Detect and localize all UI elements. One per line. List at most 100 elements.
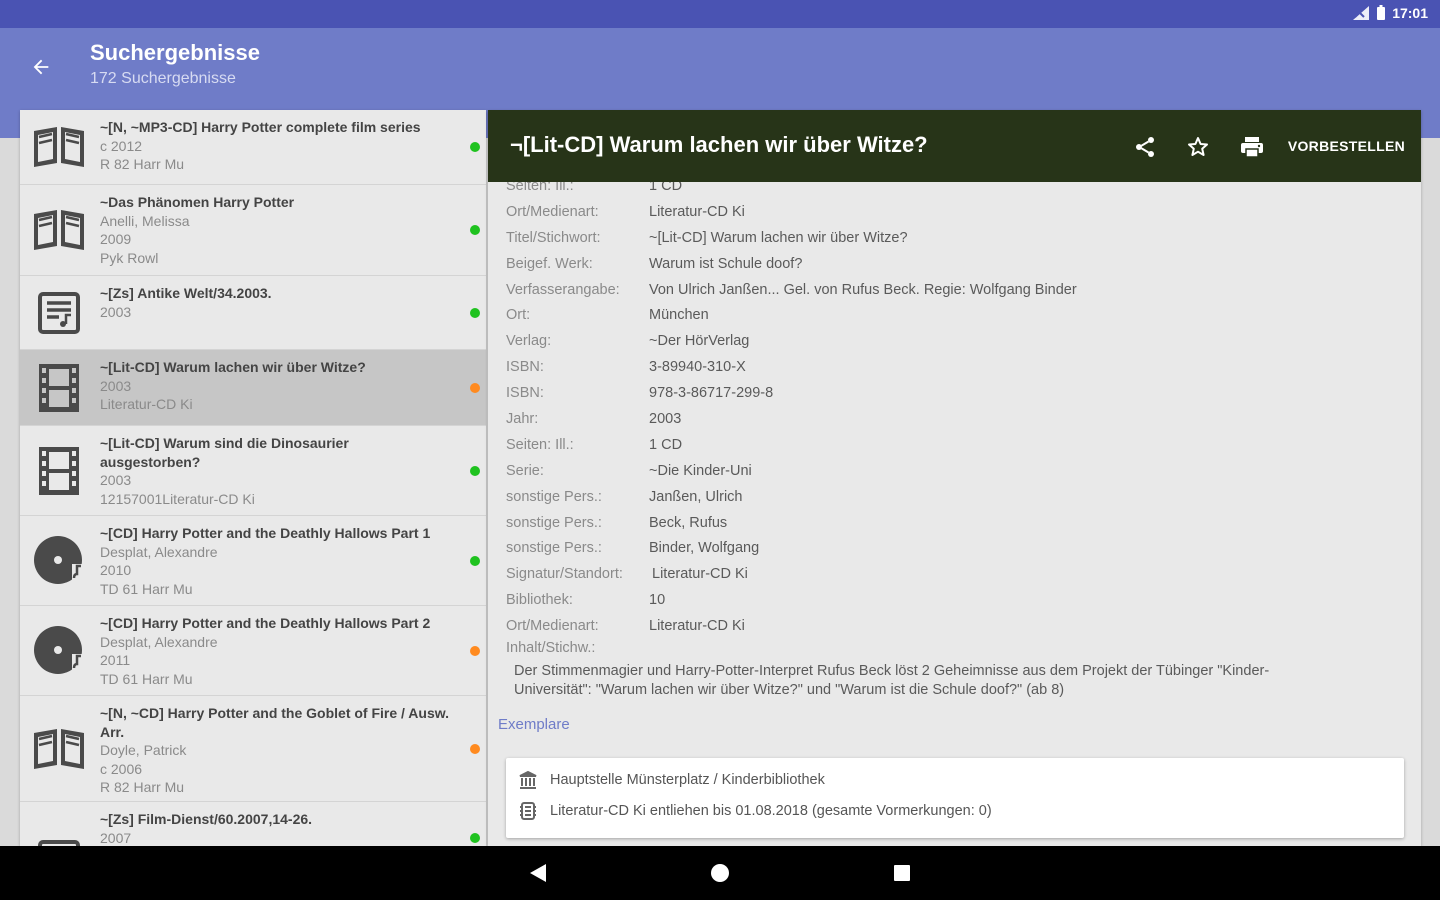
audio-doc-icon bbox=[28, 282, 90, 344]
result-line: c 2012 bbox=[100, 137, 143, 154]
field-label: Verfasserangabe: bbox=[506, 281, 620, 298]
available-status-dot bbox=[470, 225, 480, 235]
field-row: Serie: ~Die Kinder-Uni bbox=[506, 459, 1406, 485]
copy-branch-row: Hauptstelle Münsterplatz / Kinderbibliot… bbox=[518, 770, 825, 790]
result-line: R 82 Harr Mu bbox=[100, 779, 185, 795]
field-label: Verlag: bbox=[506, 333, 552, 350]
result-title: ~Das Phänomen Harry Potter bbox=[100, 194, 295, 210]
field-row: sonstige Pers.: Janßen, Ulrich bbox=[506, 485, 1406, 511]
back-button[interactable] bbox=[24, 50, 58, 84]
book-icon bbox=[28, 718, 90, 780]
barcode-icon bbox=[520, 802, 536, 820]
book-icon bbox=[28, 199, 90, 261]
result-text: ~[N, ~CD] Harry Potter and the Goblet of… bbox=[100, 704, 450, 797]
nav-home-button[interactable] bbox=[707, 860, 733, 886]
result-text: ~Das Phänomen Harry Potter Anelli, Melis… bbox=[100, 193, 450, 267]
result-count: 172 Suchergebnisse bbox=[90, 70, 236, 87]
list-item[interactable]: ~[Zs] Antike Welt/34.2003. 2003 bbox=[20, 276, 486, 350]
field-value: 10 bbox=[649, 592, 666, 609]
field-value: Beck, Rufus bbox=[649, 514, 728, 531]
result-title: ~[Zs] Antike Welt/34.2003. bbox=[100, 285, 272, 301]
result-title: ~[N, ~CD] Harry Potter and the Goblet of… bbox=[100, 705, 450, 740]
field-label: Beigef. Werk: bbox=[506, 255, 593, 272]
square-recents-icon bbox=[894, 865, 910, 881]
list-item-selected[interactable]: ~[Lit-CD] Warum lachen wir über Witze? 2… bbox=[20, 350, 486, 426]
nav-recents-button[interactable] bbox=[889, 860, 915, 886]
field-row: Jahr: 2003 bbox=[506, 407, 1406, 433]
nav-back-button[interactable] bbox=[525, 860, 551, 886]
film-icon bbox=[28, 440, 90, 502]
status-time: 17:01 bbox=[1392, 5, 1428, 21]
available-status-dot bbox=[470, 307, 480, 318]
result-text: ~[Lit-CD] Warum sind die Dinosaurier aus… bbox=[100, 434, 450, 508]
available-status-dot bbox=[470, 555, 480, 566]
arrow-back-icon bbox=[33, 59, 49, 75]
field-label: ISBN: bbox=[506, 359, 544, 376]
unavailable-status-dot bbox=[470, 382, 480, 393]
list-item[interactable]: ~[CD] Harry Potter and the Deathly Hallo… bbox=[20, 516, 486, 606]
result-title: ~[Lit-CD] Warum sind die Dinosaurier aus… bbox=[100, 435, 349, 470]
field-row: Seiten: Ill.: 1 CD bbox=[506, 433, 1406, 459]
list-item[interactable]: ~[N, ~MP3-CD] Harry Potter complete film… bbox=[20, 110, 486, 185]
print-button[interactable] bbox=[1235, 130, 1269, 164]
detail-toolbar: ¬[Lit-CD] Warum lachen wir über Witze? V… bbox=[488, 110, 1421, 182]
list-item[interactable]: ~[N, ~CD] Harry Potter and the Goblet of… bbox=[20, 696, 486, 802]
field-row: Bibliothek: 10 bbox=[506, 588, 1406, 614]
print-icon bbox=[1241, 137, 1263, 158]
share-button[interactable] bbox=[1128, 130, 1162, 164]
field-label: sonstige Pers.: bbox=[506, 514, 602, 531]
list-item[interactable]: ~[CD] Harry Potter and the Deathly Hallo… bbox=[20, 606, 486, 696]
result-line: 2011 bbox=[100, 652, 131, 668]
field-value: 2003 bbox=[649, 411, 682, 428]
field-label: Titel/Stichwort: bbox=[506, 229, 601, 246]
copy-branch: Hauptstelle Münsterplatz / Kinderbibliot… bbox=[550, 772, 825, 788]
triangle-back-icon bbox=[530, 864, 546, 882]
field-label: sonstige Pers.: bbox=[506, 488, 602, 505]
field-label: Ort: bbox=[506, 307, 531, 324]
book-icon bbox=[28, 116, 90, 178]
result-line: TD 61 Harr Mu bbox=[100, 580, 193, 597]
field-label: Ort/Medienart: bbox=[506, 618, 599, 635]
result-title: ~[CD] Harry Potter and the Deathly Hallo… bbox=[100, 615, 431, 631]
result-text: ~[Zs] Film-Dienst/60.2007,14-26. 2007 bbox=[100, 810, 450, 846]
unavailable-status-dot bbox=[470, 645, 480, 656]
page-title: Suchergebnisse bbox=[90, 40, 260, 65]
field-label: Bibliothek: bbox=[506, 592, 573, 609]
field-row: Ort: München bbox=[506, 303, 1406, 329]
result-text: ~[Zs] Antike Welt/34.2003. 2003 bbox=[100, 284, 450, 321]
signal-icon bbox=[1353, 6, 1370, 20]
detail-title: ¬[Lit-CD] Warum lachen wir über Witze? bbox=[510, 132, 928, 157]
field-value: 3-89940-310-X bbox=[649, 359, 746, 376]
available-status-dot bbox=[470, 833, 480, 843]
field-label: Ort/Medienart: bbox=[506, 203, 599, 220]
field-row: sonstige Pers.: Binder, Wolfgang bbox=[506, 536, 1406, 562]
field-row: Titel/Stichwort: ~[Lit-CD] Warum lachen w… bbox=[506, 226, 1406, 252]
field-row: sonstige Pers.: Beck, Rufus bbox=[506, 511, 1406, 537]
result-line: 2010 bbox=[100, 562, 132, 578]
copy-status: Literatur-CD Ki entliehen bis 01.08.2018… bbox=[550, 803, 992, 819]
field-value: ~[Lit-CD] Warum lachen wir über Witze? bbox=[649, 229, 908, 246]
list-item[interactable]: ~Das Phänomen Harry Potter Anelli, Melis… bbox=[20, 185, 486, 276]
result-list: ~[N, ~MP3-CD] Harry Potter complete film… bbox=[20, 110, 486, 846]
field-value: Von Ulrich Janßen... Gel. von Rufus Beck… bbox=[649, 281, 1077, 298]
result-line: c 2006 bbox=[100, 760, 143, 777]
result-text: ~[CD] Harry Potter and the Deathly Hallo… bbox=[100, 614, 450, 688]
audio-doc-icon bbox=[28, 830, 90, 846]
available-status-dot bbox=[470, 465, 480, 476]
favorite-button[interactable] bbox=[1181, 130, 1215, 164]
result-line: Anelli, Melissa bbox=[100, 212, 190, 229]
copies-section-label[interactable]: Exemplare bbox=[498, 716, 570, 733]
circle-home-icon bbox=[711, 864, 729, 882]
field-value: Literatur-CD Ki bbox=[652, 566, 748, 583]
reserve-button[interactable]: VORBESTELLEN bbox=[1288, 138, 1405, 154]
result-line: 12157001Literatur-CD Ki bbox=[100, 490, 255, 507]
field-label: Serie: bbox=[506, 462, 544, 479]
status-icons: 17:01 bbox=[1352, 5, 1428, 21]
list-item[interactable]: ~[Zs] Film-Dienst/60.2007,14-26. 2007 bbox=[20, 802, 486, 846]
result-title: ~[Zs] Film-Dienst/60.2007,14-26. bbox=[100, 811, 313, 827]
result-line: R 82 Harr Mu bbox=[100, 156, 185, 172]
share-icon bbox=[1136, 137, 1154, 157]
field-label: Signatur/Standort: bbox=[506, 566, 623, 583]
list-item[interactable]: ~[Lit-CD] Warum sind die Dinosaurier aus… bbox=[20, 426, 486, 516]
result-line: Doyle, Patrick bbox=[100, 742, 187, 758]
